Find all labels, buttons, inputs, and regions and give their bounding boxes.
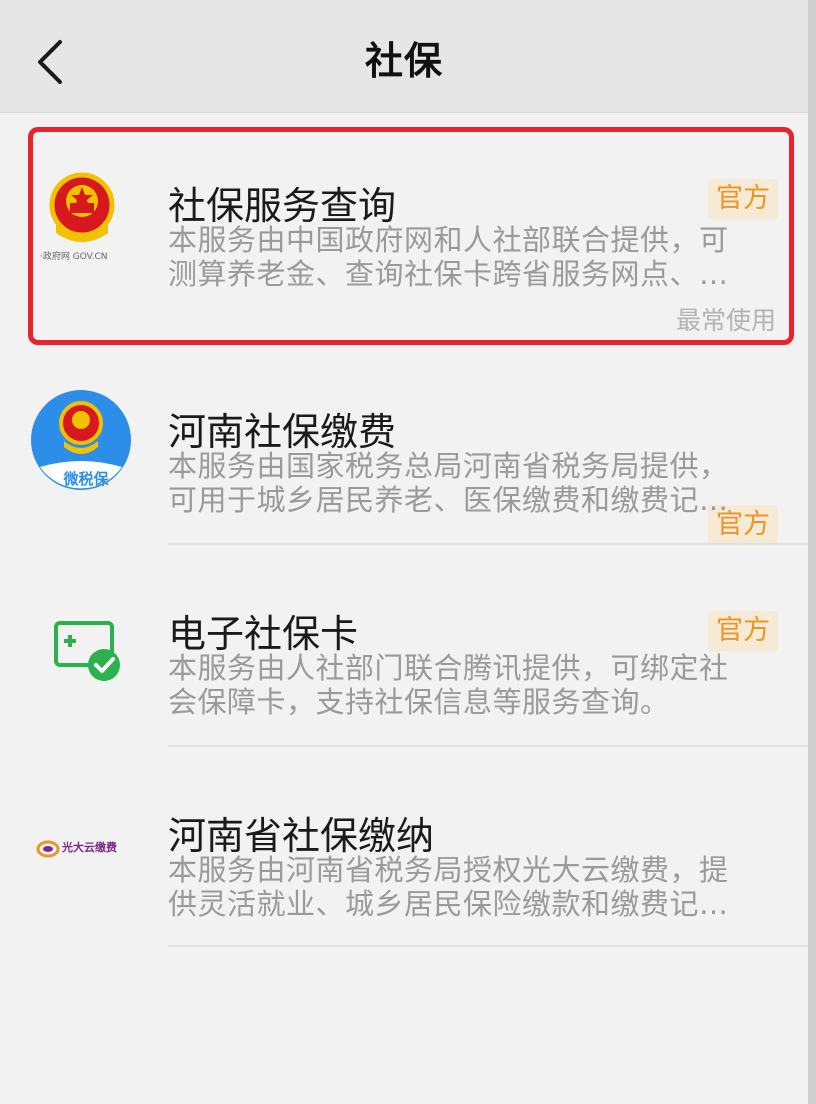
- description-line-2: 会保障卡，支持社保信息等服务查询。: [168, 685, 670, 719]
- list-item-electronic-social-security-card[interactable]: 电子社保卡 官方 本服务由人社部门联合腾讯提供，可绑定社 会保障卡，支持社保信息…: [0, 565, 808, 765]
- page-title: 社保: [364, 39, 443, 83]
- description-line-2: 供灵活就业、城乡居民保险缴款和缴费记…: [168, 887, 729, 921]
- item-description: 本服务由人社部门联合腾讯提供，可绑定社 会保障卡，支持社保信息等服务查询。: [168, 651, 778, 719]
- screen: 社保 ·政府网 GOV.CN 社保服务查询 官方 本服务由中国政府网和人社部联合…: [0, 0, 816, 1104]
- description-line-1: 本服务由人社部门联合腾讯提供，可绑定社: [168, 651, 729, 685]
- item-title: 河南省社保缴纳: [168, 814, 435, 858]
- description-line-1: 本服务由河南省税务局授权光大云缴费，提: [168, 853, 729, 887]
- item-title: 河南社保缴费: [168, 410, 397, 454]
- item-title: 电子社保卡: [168, 612, 359, 656]
- item-description: 本服务由国家税务总局河南省税务局提供， 可用于城乡居民养老、医保缴费和缴费记…: [168, 449, 778, 517]
- guangda-cloud-pay-icon: 光大云缴费: [26, 791, 136, 901]
- wei-shui-bao-icon: 微税保: [26, 385, 136, 495]
- navigation-bar: 社保: [0, 0, 808, 113]
- list-item-henan-social-security-payment[interactable]: 微税保 河南社保缴费 官方 本服务由国家税务总局河南省税务局提供， 可用于城乡居…: [0, 363, 808, 563]
- divider: [168, 945, 808, 947]
- list-item-henan-province-social-security-pay[interactable]: 光大云缴费 河南省社保缴纳 本服务由河南省税务局授权光大云缴费，提 供灵活就业、…: [0, 767, 808, 967]
- weishuibao-caption: 微税保: [63, 470, 109, 488]
- highlight-frame: [28, 127, 794, 345]
- official-badge: 官方: [708, 611, 778, 651]
- e-social-card-icon: [26, 595, 136, 705]
- divider: [168, 543, 808, 545]
- guangda-caption: 光大云缴费: [62, 841, 117, 854]
- description-line-2: 可用于城乡居民养老、医保缴费和缴费记…: [168, 483, 729, 517]
- description-line-1: 本服务由国家税务总局河南省税务局提供，: [168, 449, 729, 483]
- item-description: 本服务由河南省税务局授权光大云缴费，提 供灵活就业、城乡居民保险缴款和缴费记…: [168, 853, 778, 921]
- divider: [168, 745, 808, 747]
